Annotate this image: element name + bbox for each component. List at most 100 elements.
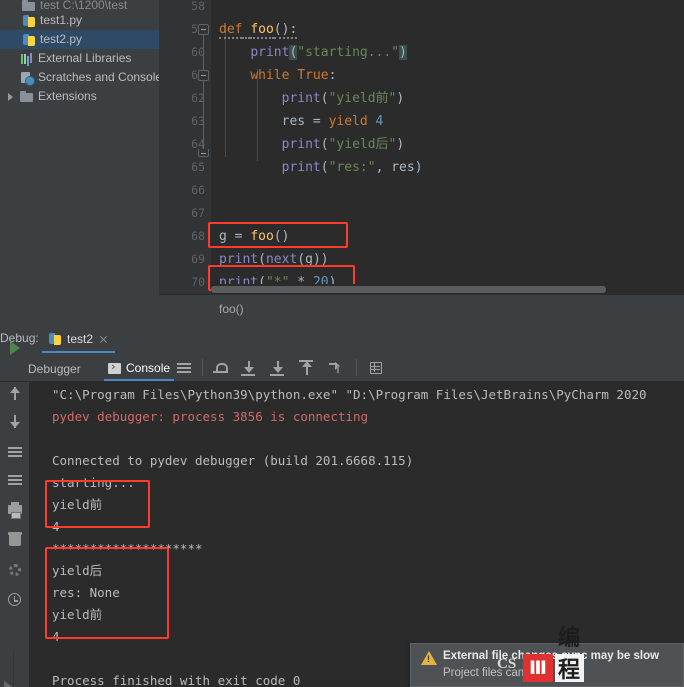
code-line-60: print("starting...")	[250, 45, 407, 60]
chevron-right-icon[interactable]	[6, 92, 16, 102]
step-over-icon[interactable]	[212, 360, 228, 376]
code-line-68: g = foo()	[219, 229, 290, 244]
debug-session-tab-test2[interactable]: test2	[42, 327, 116, 353]
watermark-text: 编程网	[555, 626, 585, 683]
external-libraries-icon	[20, 52, 34, 66]
tree-row-test2-py[interactable]: test2.py	[0, 30, 159, 49]
breadcrumb[interactable]: foo()	[219, 302, 244, 316]
tree-row-scratches-and-consoles[interactable]: Scratches and Consoles	[0, 68, 159, 87]
line-number: 60	[191, 45, 205, 59]
debug-titlebar: Debug: test2	[0, 325, 684, 353]
folder-icon	[22, 0, 36, 11]
code-line-64: print("yield后")	[281, 137, 405, 152]
tab-console-label: Console	[126, 361, 171, 375]
watermark-prefix: CS	[497, 656, 517, 672]
fold-region-line	[203, 35, 204, 157]
clear-all-icon[interactable]	[7, 532, 23, 548]
stop-icon[interactable]	[1, 680, 17, 687]
soft-wrap-icon[interactable]	[7, 444, 23, 460]
tree-item-label: Extensions	[38, 89, 97, 103]
python-file-icon	[48, 332, 62, 346]
line-number: 66	[191, 183, 205, 197]
code-line-63: res = yield 4	[219, 114, 384, 129]
scroll-to-end-icon[interactable]	[7, 472, 23, 488]
fold-handle-def[interactable]	[198, 24, 209, 35]
console-line: yield前	[52, 607, 103, 622]
warning-icon	[421, 651, 437, 665]
line-number: 62	[191, 91, 205, 105]
line-number: 63	[191, 114, 205, 128]
console-icon	[108, 360, 121, 374]
scrollbar-thumb[interactable]	[211, 286, 606, 293]
tab-console[interactable]: Console	[104, 357, 175, 381]
toolbar-separator	[356, 359, 357, 376]
code-line-69: print(next(g))	[219, 252, 329, 267]
console-line: "C:\Program Files\Python39\python.exe" "…	[52, 387, 647, 402]
console-line: yield后	[52, 563, 103, 578]
console-line: 4	[52, 629, 60, 644]
console-output[interactable]: "C:\Program Files\Python39\python.exe" "…	[30, 382, 684, 687]
tree-item-label: test C:\1200\test	[40, 0, 128, 11]
line-number: 58	[191, 0, 205, 13]
toolbar-separator	[202, 359, 203, 376]
editor-horizontal-scrollbar[interactable]	[211, 284, 684, 294]
debug-session-tab-label: test2	[67, 332, 94, 346]
console-side-toolbar	[0, 341, 30, 687]
watermark-logo-icon: Ⅲ	[523, 654, 553, 682]
python-file-icon	[22, 14, 36, 28]
console-line: ********************	[52, 541, 203, 556]
line-number: 69	[191, 252, 205, 266]
show-console-lines-icon[interactable]	[176, 360, 192, 376]
run-to-cursor-icon[interactable]	[328, 360, 344, 376]
tree-item-label: test1.py	[40, 13, 83, 27]
tree-row-external-libraries[interactable]: External Libraries	[0, 49, 159, 68]
folder-icon	[20, 90, 34, 104]
line-number: 70	[191, 275, 205, 289]
tree-row-test1-py[interactable]: test1.py	[0, 11, 159, 30]
line-number: 65	[191, 160, 205, 174]
project-tool-window[interactable]: test C:\1200\test test1.py test2.py Exte…	[0, 0, 159, 325]
console-line: res: None	[52, 585, 120, 600]
code-line-65: print("res:", res)	[281, 160, 423, 175]
tree-item-label: External Libraries	[38, 51, 132, 65]
console-line: Process finished with exit code 0	[52, 673, 301, 687]
force-step-into-icon[interactable]	[270, 360, 286, 376]
editor-gutter[interactable]: 58 59 60 61 62 63 64 65 66 67 68 69 70 7…	[159, 0, 211, 294]
step-out-icon[interactable]	[299, 360, 315, 376]
rerun-icon[interactable]	[7, 340, 23, 356]
fold-handle-while[interactable]	[198, 70, 209, 81]
tree-item-label: test2.py	[40, 32, 83, 46]
code-line-59: def foo():	[219, 22, 298, 39]
console-line: pydev debugger: process 3856 is connecti…	[52, 409, 369, 424]
tab-debugger-label: Debugger	[28, 362, 81, 376]
top-area: test C:\1200\test test1.py test2.py Exte…	[0, 0, 684, 325]
pycharm-window: test C:\1200\test test1.py test2.py Exte…	[0, 0, 684, 687]
tree-item-label: Scratches and Consoles	[38, 70, 159, 84]
python-file-icon	[22, 33, 36, 47]
evaluate-expression-icon[interactable]	[368, 360, 384, 376]
debug-tool-window: Debug: test2 Debugger Console	[0, 325, 684, 687]
console-line: starting...	[52, 475, 135, 490]
console-line: 4	[52, 519, 60, 534]
console-line: Connected to pydev debugger (build 201.6…	[52, 453, 414, 468]
tab-debugger[interactable]: Debugger	[24, 357, 85, 381]
code-editor[interactable]: 58 59 60 61 62 63 64 65 66 67 68 69 70 7…	[159, 0, 684, 294]
scroll-up-icon[interactable]	[7, 386, 23, 402]
print-icon[interactable]	[7, 502, 23, 519]
window-edge-strip	[0, 650, 14, 687]
tree-row-project-root[interactable]: test C:\1200\test	[0, 0, 159, 11]
fold-handle-end[interactable]	[198, 149, 209, 157]
close-icon[interactable]	[98, 334, 109, 345]
scroll-down-icon[interactable]	[7, 414, 23, 430]
history-icon[interactable]	[7, 592, 23, 608]
tree-row-extensions[interactable]: Extensions	[0, 87, 159, 106]
code-text-area[interactable]: def foo(): print("starting...") while Tr…	[211, 0, 684, 294]
scratches-icon	[20, 71, 35, 86]
line-number: 68	[191, 229, 205, 243]
console-line: yield前	[52, 497, 103, 512]
code-line-61: while True:	[250, 68, 337, 83]
step-into-icon[interactable]	[241, 360, 257, 376]
debug-toolbar: Debugger Console	[0, 353, 684, 382]
breadcrumb-bar: foo()	[159, 294, 684, 325]
settings-icon[interactable]	[7, 562, 23, 578]
